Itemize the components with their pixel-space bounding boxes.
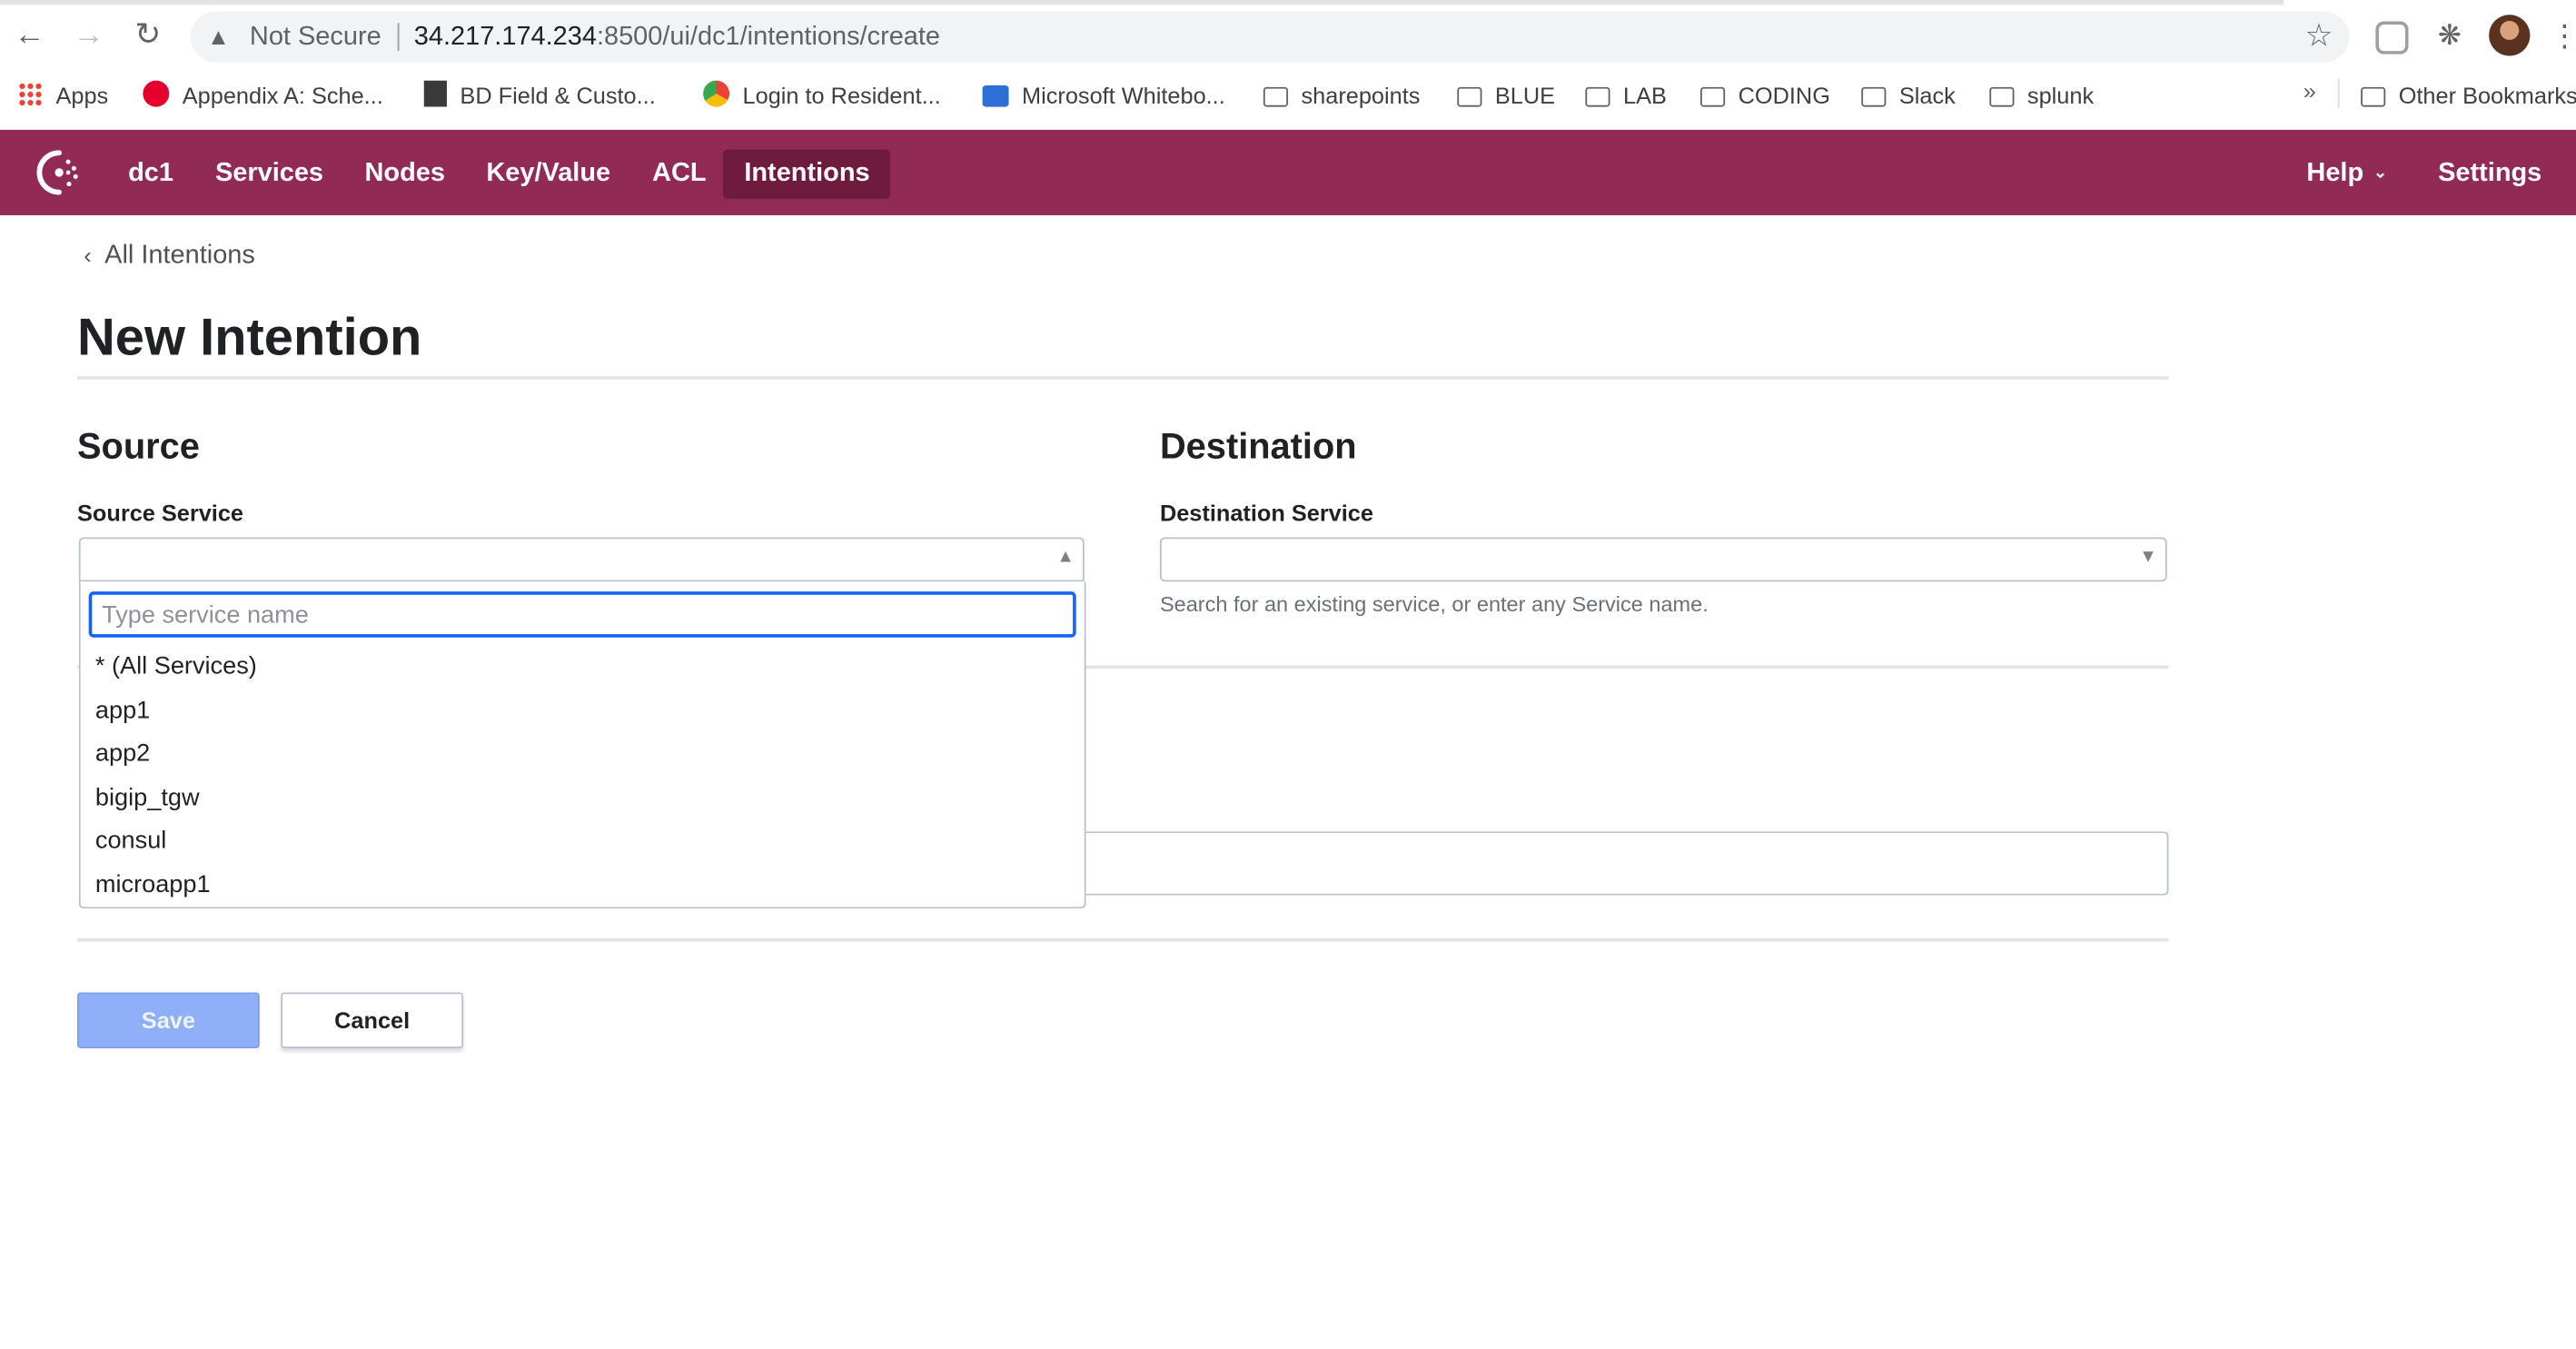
apps-grid-icon <box>17 82 44 107</box>
browser-viewport: ← → ↻ ▲ Not Secure 34.217.174.234:8500/u… <box>0 0 2576 1349</box>
cancel-button[interactable]: Cancel <box>281 992 464 1048</box>
forward-arrow-icon[interactable]: → <box>69 16 108 55</box>
title-divider <box>77 376 2169 380</box>
chevron-down-icon: ⌄ <box>2373 164 2388 183</box>
camera-extension-icon[interactable] <box>2375 21 2409 55</box>
nav-nodes[interactable]: Nodes <box>343 150 466 199</box>
bookmark-splunk[interactable]: splunk <box>1989 79 2094 112</box>
folder-icon <box>1861 86 1887 107</box>
bookmark-appendix[interactable]: Appendix A: Sche... <box>143 79 383 112</box>
help-label: Help <box>2306 159 2364 188</box>
bookmark-label: splunk <box>2026 82 2095 109</box>
bookmarks-bar: Apps Appendix A: Sche... BD Field & Cust… <box>0 73 2576 119</box>
service-search-input[interactable] <box>88 591 1076 638</box>
security-label: Not Secure <box>249 23 381 52</box>
back-arrow-icon[interactable]: ← <box>10 16 49 55</box>
description-input[interactable] <box>1085 831 2169 896</box>
bookmark-other[interactable]: Other Bookmarks <box>2361 79 2576 112</box>
service-option-app1[interactable]: app1 <box>81 689 1085 733</box>
puzzle-icon[interactable]: ❋ <box>2432 18 2468 55</box>
bookmark-apps[interactable]: Apps <box>17 79 109 112</box>
bookmark-login[interactable]: Login to Resident... <box>703 79 941 112</box>
bookmark-label: BLUE <box>1494 82 1556 109</box>
bookmark-label: Login to Resident... <box>742 82 941 109</box>
nav-services[interactable]: Services <box>193 150 344 199</box>
nav-datacenter[interactable]: dc1 <box>107 150 195 199</box>
bookmark-label: Appendix A: Sche... <box>182 82 383 109</box>
chevron-left-icon: ‹ <box>84 241 92 268</box>
form-divider <box>77 937 2169 942</box>
url-path: :8500/ui/dc1/intentions/create <box>596 23 941 52</box>
reload-icon[interactable]: ↻ <box>128 16 167 55</box>
service-option-app2[interactable]: app2 <box>81 733 1085 777</box>
bookmarks-overflow-icon[interactable]: » <box>2304 77 2316 104</box>
bookmark-label: CODING <box>1738 82 1830 109</box>
url-host: 34.217.174.234 <box>413 23 597 52</box>
page-title: New Intention <box>77 307 422 367</box>
bookmarks-divider <box>2337 78 2340 109</box>
source-service-label: Source Service <box>77 499 243 526</box>
folder-icon <box>2361 86 2386 107</box>
service-option-consul[interactable]: consul <box>81 820 1085 864</box>
kebab-icon[interactable]: ⋮ <box>2550 18 2576 55</box>
star-icon[interactable]: ☆ <box>2305 12 2333 63</box>
f5-icon <box>143 80 170 107</box>
nav-help[interactable]: Help ⌄ <box>2285 150 2409 199</box>
folder-icon <box>1457 86 1482 107</box>
bookmark-label: LAB <box>1622 82 1667 109</box>
destination-help-text: Search for an existing service, or enter… <box>1159 591 1709 617</box>
bookmark-slack[interactable]: Slack <box>1861 79 1956 112</box>
breadcrumb[interactable]: ‹ All Intentions <box>84 242 255 272</box>
profile-avatar[interactable] <box>2489 15 2531 56</box>
bookmark-label: BD Field & Custo... <box>460 82 656 109</box>
breadcrumb-label: All Intentions <box>104 241 255 270</box>
bookmark-label: Other Bookmarks <box>2398 82 2576 109</box>
nav-intentions[interactable]: Intentions <box>722 149 892 199</box>
chrome-icon <box>703 80 730 107</box>
save-button[interactable]: Save <box>77 992 260 1048</box>
consul-logo-icon[interactable] <box>35 148 84 197</box>
warning-icon: ▲ <box>206 23 230 50</box>
service-option-microapp1[interactable]: microapp1 <box>81 863 1085 907</box>
bookmark-label: Apps <box>55 82 109 109</box>
browser-toolbar: ← → ↻ ▲ Not Secure 34.217.174.234:8500/u… <box>0 0 2576 73</box>
service-option-all[interactable]: * (All Services) <box>81 646 1085 689</box>
page-load-bar <box>0 0 2284 5</box>
folder-icon <box>1585 86 1610 107</box>
bookmark-whiteboard[interactable]: Microsoft Whitebo... <box>982 79 1225 112</box>
destination-service-select[interactable]: ▼ <box>1159 537 2167 582</box>
source-heading: Source <box>77 425 200 467</box>
bookmark-label: Slack <box>1898 82 1956 109</box>
bookmark-blue[interactable]: BLUE <box>1457 79 1555 112</box>
folder-icon <box>1263 86 1289 107</box>
caret-up-icon: ▲ <box>1056 547 1075 568</box>
address-bar[interactable]: ▲ Not Secure 34.217.174.234:8500/ui/dc1/… <box>190 11 2350 63</box>
bookmark-bd-field[interactable]: BD Field & Custo... <box>423 79 656 112</box>
address-divider <box>397 23 400 52</box>
bookmark-sharepoints[interactable]: sharepoints <box>1263 79 1421 112</box>
service-option-bigip-tgw[interactable]: bigip_tgw <box>81 777 1085 820</box>
bookmark-lab[interactable]: LAB <box>1585 79 1667 112</box>
caret-down-icon: ▼ <box>2139 547 2157 568</box>
url-text: 34.217.174.234:8500/ui/dc1/intentions/cr… <box>414 12 940 63</box>
source-service-dropdown: * (All Services) app1 app2 bigip_tgw con… <box>78 581 1086 909</box>
bookmark-label: sharepoints <box>1301 82 1421 109</box>
service-options-list: * (All Services) app1 app2 bigip_tgw con… <box>81 646 1085 908</box>
nav-settings[interactable]: Settings <box>2417 150 2563 199</box>
destination-service-label: Destination Service <box>1159 499 1373 526</box>
folder-icon <box>1700 86 1726 107</box>
check-icon <box>423 80 447 107</box>
app-header: dc1 Services Nodes Key/Value ACL Intenti… <box>0 129 2576 215</box>
source-service-select[interactable]: ▲ <box>78 537 1085 582</box>
bookmark-coding[interactable]: CODING <box>1700 79 1830 112</box>
destination-heading: Destination <box>1159 425 1357 467</box>
bookmark-label: Microsoft Whitebo... <box>1022 82 1225 109</box>
folder-icon <box>1989 86 2015 107</box>
nav-key-value[interactable]: Key/Value <box>465 150 632 199</box>
whiteboard-icon <box>982 85 1009 107</box>
nav-acl[interactable]: ACL <box>631 150 728 199</box>
